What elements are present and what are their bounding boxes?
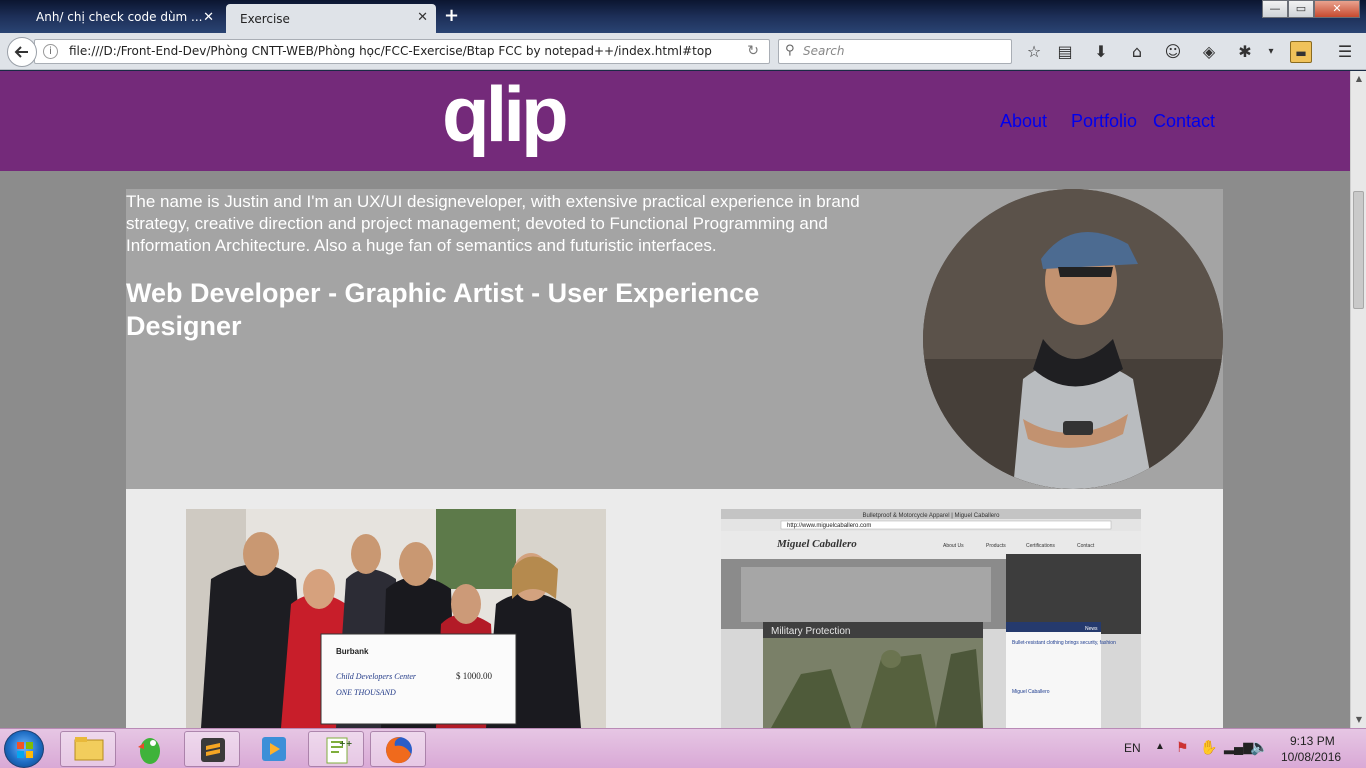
- taskbar: ++ EN ▲ ⚑ ✋ ▂▄▆ 🔈 9:13 PM 10/08/2016: [0, 728, 1366, 768]
- home-icon[interactable]: ⌂: [1126, 41, 1148, 63]
- check-bank-name: Burbank: [336, 647, 369, 656]
- tab-inactive[interactable]: Anh/ chị check code dùm ... ✕: [22, 4, 222, 30]
- browser-toolbar: i file:///D:/Front-End-Dev/Phòng CNTT-WE…: [0, 33, 1366, 70]
- bookmark-star-icon[interactable]: ☆: [1023, 41, 1045, 63]
- scroll-down-icon[interactable]: ▼: [1351, 712, 1366, 728]
- tab-active[interactable]: Exercise ✕: [226, 4, 436, 33]
- url-text[interactable]: file:///D:/Front-End-Dev/Phòng CNTT-WEB/…: [69, 44, 712, 58]
- browser-titlebar: Anh/ chị check code dùm ... ✕ Exercise ✕…: [0, 0, 1366, 33]
- parrot-icon: [138, 738, 160, 764]
- site-header: qlip About Portfolio Contact: [0, 71, 1350, 171]
- mock-nav-products: Products: [986, 543, 1006, 549]
- new-tab-icon[interactable]: +: [444, 5, 459, 26]
- mock-nav-certifications: Certifications: [1026, 543, 1055, 549]
- security-icon[interactable]: ✋: [1200, 739, 1217, 756]
- language-indicator[interactable]: EN: [1124, 741, 1141, 755]
- svg-text:++: ++: [339, 739, 352, 748]
- windows-logo-icon: [17, 742, 33, 758]
- back-button[interactable]: [7, 37, 37, 67]
- page-scrollbar[interactable]: ▲ ▼: [1350, 71, 1366, 728]
- check-amount: $ 1000.00: [456, 671, 493, 681]
- profile-photo: [923, 189, 1223, 489]
- addon-icon[interactable]: ▬: [1290, 41, 1312, 63]
- mock-nav-contact: Contact: [1077, 543, 1095, 549]
- info-icon[interactable]: i: [43, 44, 58, 59]
- mock-news2-title: Miguel Caballero: [1012, 689, 1050, 695]
- taskbar-firefox[interactable]: [370, 731, 426, 767]
- back-arrow-icon: [14, 46, 28, 58]
- url-bar[interactable]: i file:///D:/Front-End-Dev/Phòng CNTT-WE…: [34, 39, 770, 64]
- site-logo[interactable]: qlip: [442, 71, 569, 160]
- headline: Web Developer - Graphic Artist - User Ex…: [126, 278, 760, 341]
- extension-icon[interactable]: ✱: [1234, 41, 1256, 63]
- nav-about-link[interactable]: About: [1000, 111, 1047, 132]
- check-words: ONE THOUSAND: [336, 688, 396, 697]
- profile-photo-illustration: [923, 189, 1223, 489]
- smiley-icon[interactable]: ☺: [1162, 41, 1184, 63]
- check-payee: Child Developers Center: [336, 672, 417, 681]
- portfolio-section: Burbank $ 1000.00 Child Developers Cente…: [126, 489, 1223, 728]
- sublime-text-icon: [201, 738, 225, 762]
- chevron-down-icon[interactable]: ▾: [1260, 41, 1282, 63]
- pocket-icon[interactable]: ◈: [1198, 41, 1220, 63]
- search-placeholder: Search: [803, 44, 845, 58]
- intro-section: The name is Justin and I'm an UX/UI desi…: [126, 189, 1223, 489]
- menu-icon[interactable]: ☰: [1334, 41, 1356, 63]
- intro-paragraph: The name is Justin and I'm an UX/UI desi…: [126, 192, 860, 255]
- close-window-button[interactable]: ✕: [1314, 0, 1360, 18]
- reload-icon[interactable]: ↻: [747, 43, 759, 59]
- network-error-icon[interactable]: ⚑: [1176, 739, 1189, 756]
- taskbar-notepadpp[interactable]: ++: [308, 731, 364, 767]
- mock-news1-title: Bullet-resistant clothing brings securit…: [1012, 640, 1116, 646]
- taskbar-explorer[interactable]: [60, 731, 116, 767]
- mock-nav-about: About Us: [943, 543, 964, 549]
- mock-banner: Military Protection: [771, 626, 850, 637]
- tab-close-icon[interactable]: ✕: [417, 10, 428, 25]
- reading-list-icon[interactable]: ▤: [1054, 41, 1076, 63]
- tab-label: Exercise: [240, 11, 290, 26]
- download-icon[interactable]: ⬇: [1090, 41, 1112, 63]
- tab-close-icon[interactable]: ✕: [203, 10, 214, 25]
- website-screenshot: Bulletproof & Motorcycle Apparel | Migue…: [721, 509, 1141, 728]
- start-button[interactable]: [4, 730, 44, 768]
- scroll-thumb[interactable]: [1353, 191, 1364, 309]
- mock-brand: Miguel Caballero: [776, 538, 857, 550]
- clock-date[interactable]: 10/08/2016: [1281, 750, 1341, 764]
- notepad-plus-plus-icon: ++: [326, 737, 352, 764]
- taskbar-sublime[interactable]: [184, 731, 240, 767]
- nav-contact-link[interactable]: Contact: [1153, 111, 1215, 132]
- taskbar-media-player[interactable]: [246, 731, 302, 767]
- portfolio-thumb-right[interactable]: Bulletproof & Motorcycle Apparel | Migue…: [721, 509, 1141, 728]
- scroll-up-icon[interactable]: ▲: [1351, 71, 1366, 87]
- tab-label: Anh/ chị check code dùm ...: [36, 10, 203, 24]
- check-presentation-photo: Burbank $ 1000.00 Child Developers Cente…: [186, 509, 606, 728]
- volume-icon[interactable]: 🔈: [1250, 738, 1269, 756]
- mock-news-label: News: [1085, 626, 1098, 632]
- mock-address: http://www.miguelcaballero.com: [787, 523, 871, 529]
- minimize-button[interactable]: —: [1262, 0, 1288, 18]
- maximize-button[interactable]: ▭: [1288, 0, 1314, 18]
- search-icon: ⚲: [785, 43, 795, 58]
- signal-strength-icon[interactable]: ▂▄▆: [1224, 739, 1253, 755]
- portfolio-thumb-left[interactable]: Burbank $ 1000.00 Child Developers Cente…: [186, 509, 606, 728]
- page-viewport: qlip About Portfolio Contact The name is…: [0, 71, 1350, 728]
- taskbar-parrot[interactable]: [122, 731, 178, 767]
- media-player-icon: [262, 737, 286, 761]
- mock-window-title: Bulletproof & Motorcycle Apparel | Migue…: [863, 513, 1001, 519]
- tray-chevron-up-icon[interactable]: ▲: [1155, 741, 1165, 752]
- firefox-icon: [386, 737, 412, 764]
- clock-time[interactable]: 9:13 PM: [1290, 734, 1335, 748]
- nav-portfolio-link[interactable]: Portfolio: [1071, 111, 1137, 132]
- folder-icon: [74, 737, 104, 761]
- search-input[interactable]: ⚲ Search: [778, 39, 1012, 64]
